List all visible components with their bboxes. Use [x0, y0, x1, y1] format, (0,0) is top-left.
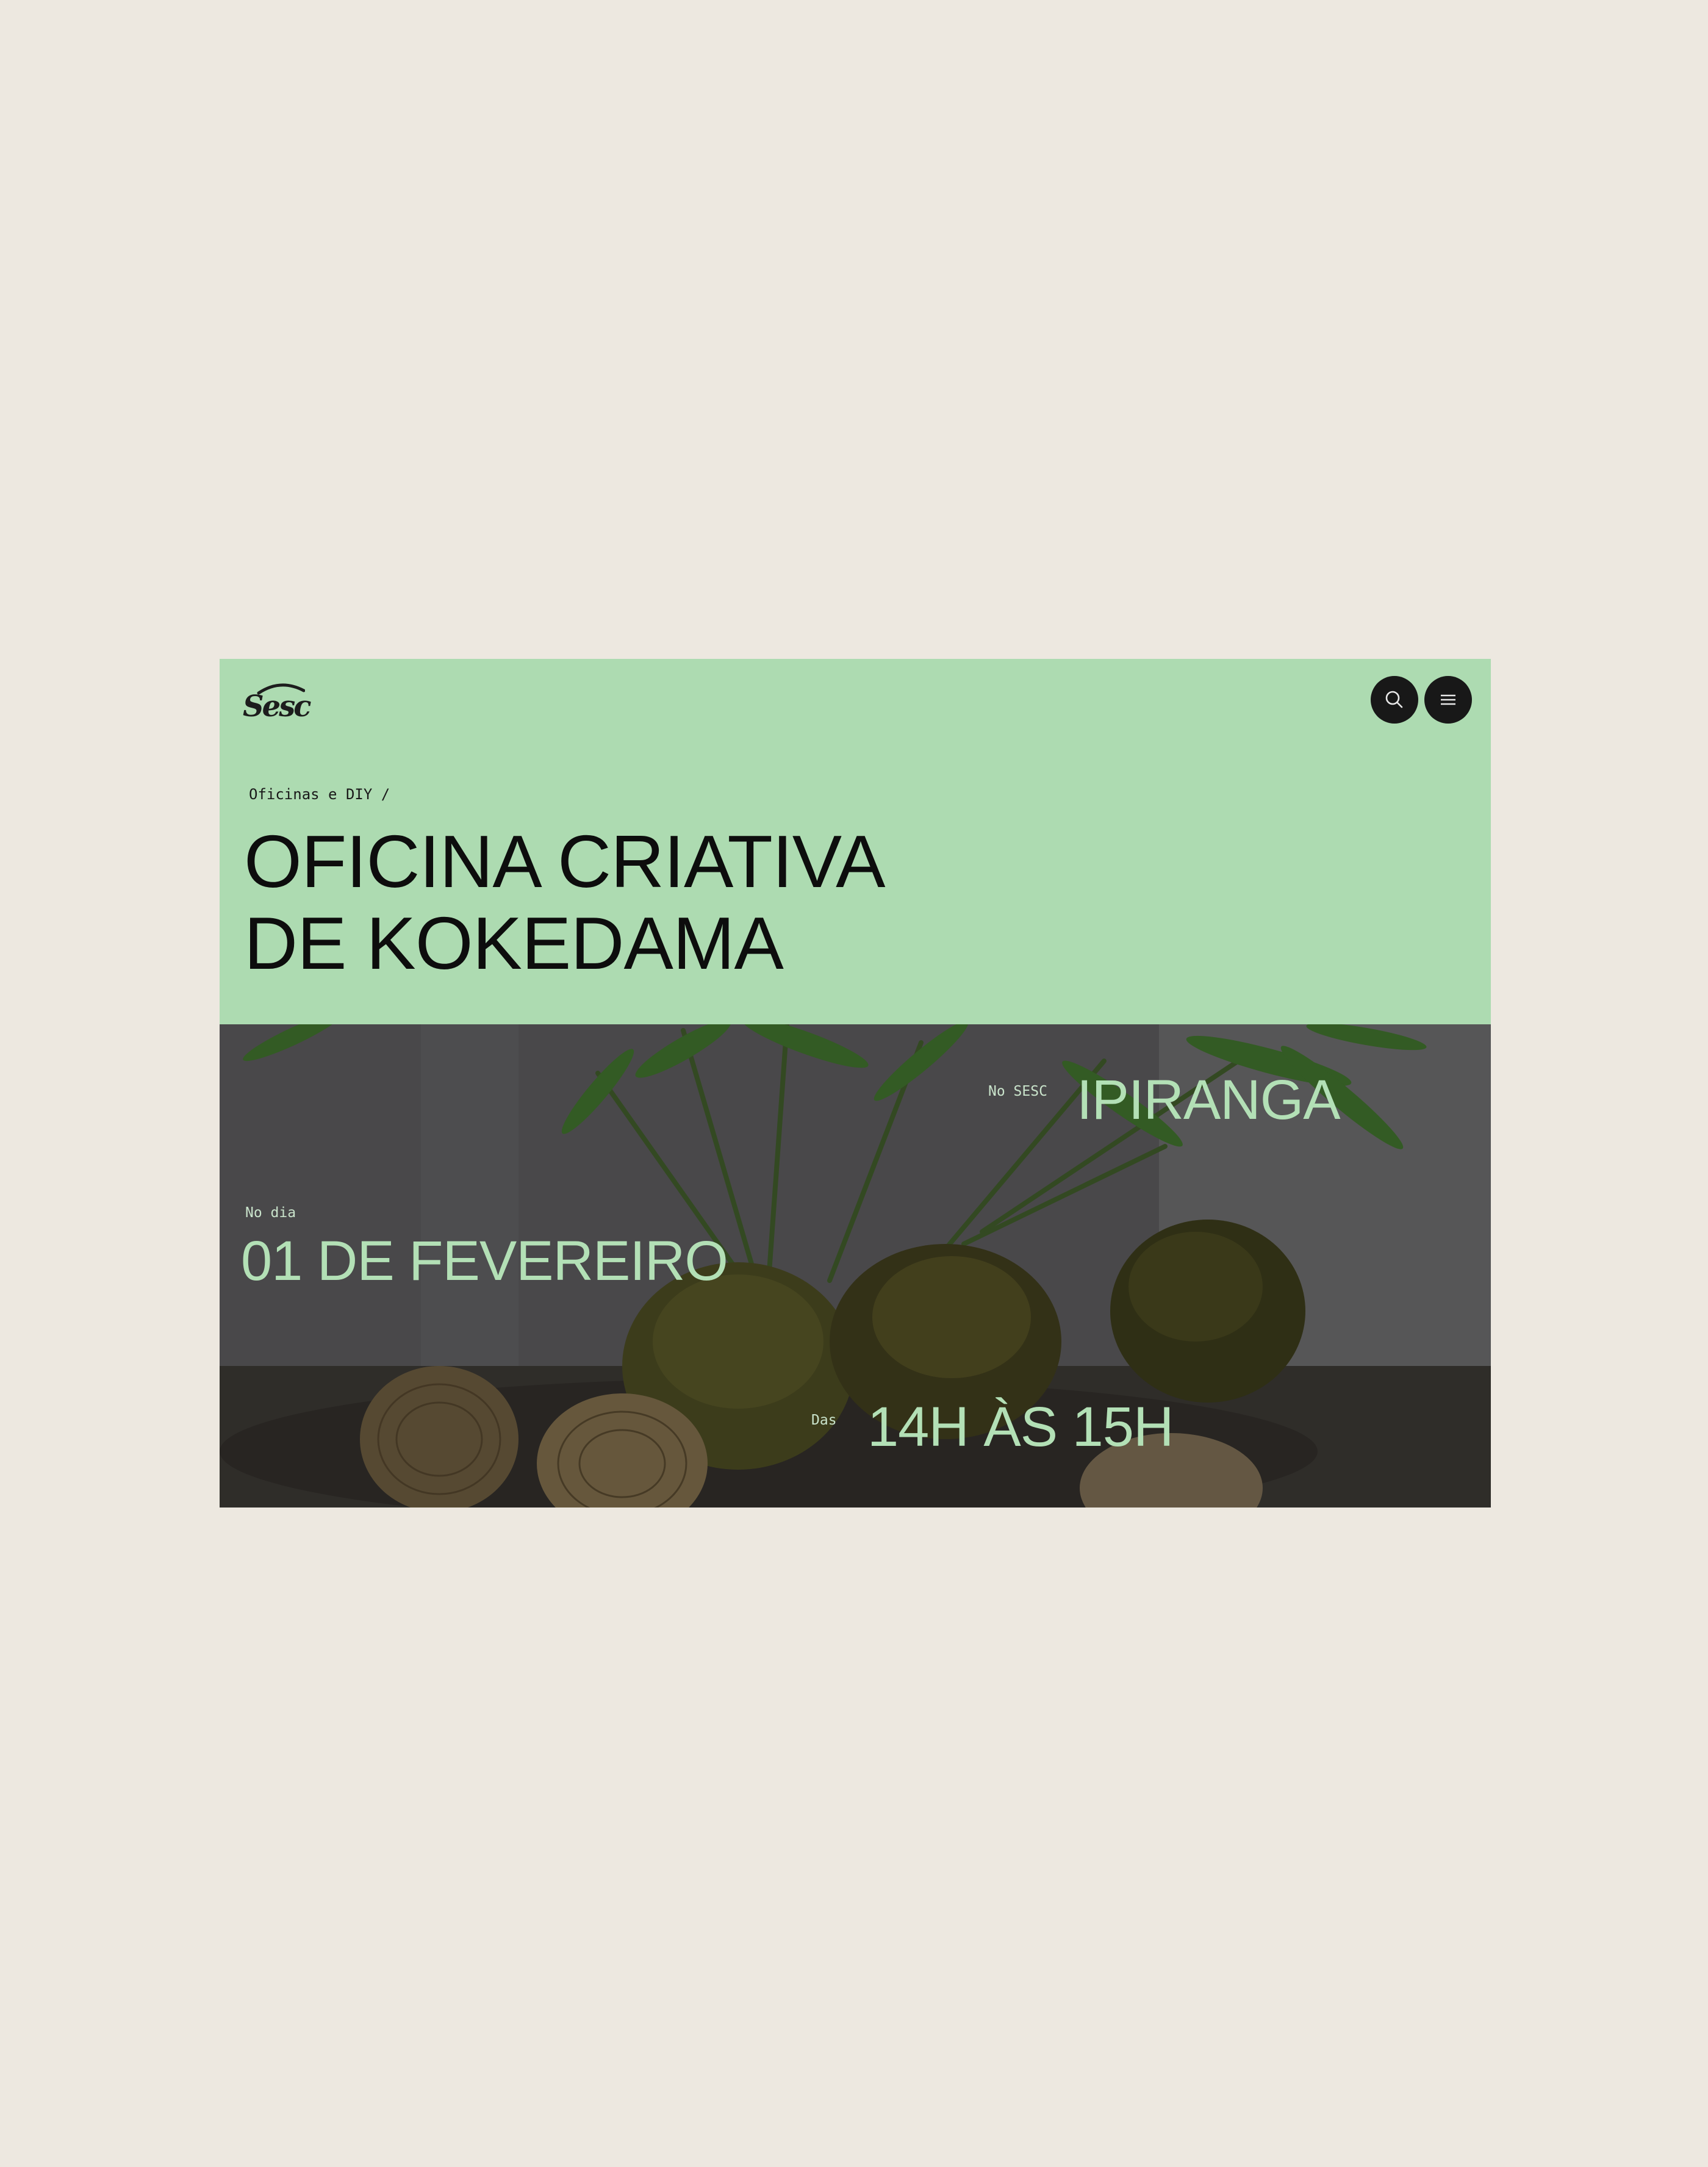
search-icon	[1385, 691, 1403, 708]
date-label: No dia	[245, 1205, 296, 1221]
event-card: Sesc Oficinas e DIY / OFICINA CRIATIVA D…	[220, 659, 1491, 1508]
breadcrumb[interactable]: Oficinas e DIY /	[249, 786, 390, 803]
search-button[interactable]	[1371, 676, 1418, 724]
page-title: OFICINA CRIATIVA DE KOKEDAMA	[244, 821, 1037, 984]
logo-text: Sesc	[243, 689, 311, 724]
menu-button[interactable]	[1424, 676, 1472, 724]
event-photo: No SESC IPIRANGA No dia 01 DE FEVEREIRO …	[220, 1024, 1491, 1508]
sesc-logo[interactable]: Sesc	[243, 681, 314, 724]
time-label: Das	[811, 1412, 837, 1428]
hero-header: Sesc Oficinas e DIY / OFICINA CRIATIVA D…	[220, 659, 1491, 1024]
title-line-1: OFICINA CRIATIVA	[244, 820, 886, 903]
location-label: No SESC	[988, 1084, 1047, 1099]
hamburger-menu-icon	[1441, 694, 1455, 705]
location-value: IPIRANGA	[1077, 1069, 1341, 1131]
date-value: 01 DE FEVEREIRO	[241, 1230, 728, 1292]
time-value: 14H ÀS 15H	[867, 1396, 1174, 1458]
title-line-2: DE KOKEDAMA	[244, 902, 784, 985]
